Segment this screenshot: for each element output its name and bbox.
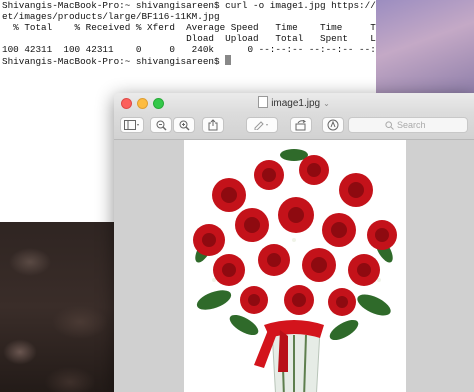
title-bar[interactable]: image1.jpg ⌄ [114, 93, 474, 113]
markup-pen-icon [254, 121, 268, 130]
wallpaper-rocks [0, 222, 118, 392]
search-icon [385, 120, 394, 130]
window-title-text: image1.jpg [271, 98, 321, 109]
wallpaper-sky [370, 0, 474, 95]
sidebar-icon [124, 120, 139, 130]
flower-bouquet-image[interactable] [184, 140, 406, 392]
file-icon [258, 96, 269, 108]
terminal-line: et/images/products/large/BF116-11KM.jpg [2, 11, 220, 22]
annotate-icon [327, 119, 339, 131]
chevron-down-icon[interactable]: ⌄ [323, 99, 330, 108]
share-button[interactable] [202, 117, 224, 133]
terminal-line: Dload Upload Total Spent Left Speed [186, 33, 376, 44]
share-icon [208, 119, 218, 131]
annotate-button[interactable] [322, 117, 344, 133]
image-canvas [114, 140, 474, 392]
terminal-cursor [225, 55, 232, 65]
terminal-line: Shivangis-MacBook-Pro:~ shivangisareen$ … [2, 0, 376, 11]
terminal-prompt-line[interactable]: Shivangis-MacBook-Pro:~ shivangisareen$ [0, 55, 376, 66]
window-title[interactable]: image1.jpg ⌄ [114, 96, 474, 109]
zoom-in-icon [179, 120, 189, 130]
bouquet-illustration [193, 149, 397, 392]
search-placeholder: Search [397, 120, 426, 130]
zoom-out-icon [156, 120, 166, 130]
rotate-button[interactable] [290, 117, 312, 133]
zoom-in-button[interactable] [173, 117, 195, 133]
search-field[interactable]: Search [348, 117, 468, 133]
terminal-line: % Total % Received % Xferd Average Speed… [13, 22, 376, 33]
terminal-prompt: Shivangis-MacBook-Pro:~ shivangisareen$ [2, 56, 226, 66]
rotate-icon [295, 119, 306, 130]
toolbar: Search [114, 113, 474, 140]
sidebar-toggle-button[interactable] [120, 117, 144, 133]
terminal-line: 100 42311 100 42311 0 0 240k 0 --:--:-- … [2, 44, 376, 55]
zoom-out-button[interactable] [150, 117, 172, 133]
preview-window[interactable]: image1.jpg ⌄ Search [114, 93, 474, 392]
markup-button[interactable] [246, 117, 278, 133]
